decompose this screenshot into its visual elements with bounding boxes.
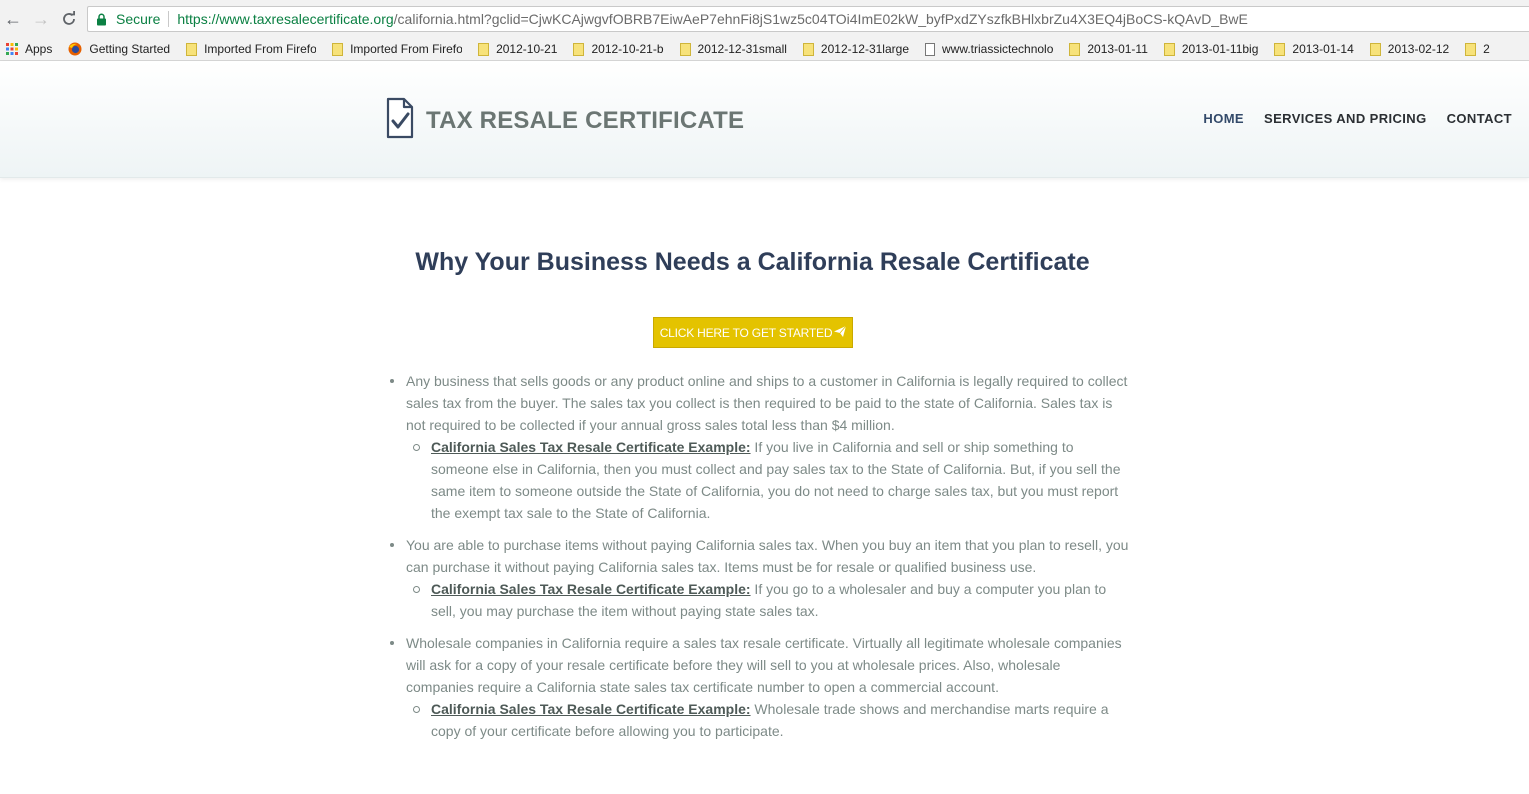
logo-text: TAX RESALE CERTIFICATE [426, 106, 745, 134]
bookmark-2013-01-11[interactable]: 2013-01-11 [1069, 42, 1148, 56]
bookmark-label: 2013-01-11big [1181, 42, 1259, 56]
bookmark-label: Apps [25, 42, 53, 56]
bookmark-label: 2012-12-31small [697, 42, 787, 56]
bookmark-triassic[interactable]: www.triassictechnolo [925, 42, 1053, 56]
nav-services-and-pricing[interactable]: SERVICES AND PRICING [1264, 111, 1427, 126]
get-started-label: CLICK HERE TO GET STARTED [659, 325, 833, 340]
bookmark-imported-firefox-1[interactable]: Imported From Firefo [186, 42, 316, 56]
folder-icon [802, 42, 814, 56]
benefits-list: Any business that sells goods or any pro… [385, 370, 1130, 752]
bookmark-label: 2012-12-31large [820, 42, 909, 56]
nav-home[interactable]: HOME [1203, 111, 1244, 126]
list-item: Wholesale companies in California requir… [385, 632, 1130, 742]
get-started-button[interactable]: CLICK HERE TO GET STARTED [653, 317, 853, 348]
example-label: California Sales Tax Resale Certificate … [431, 439, 751, 455]
example-label: California Sales Tax Resale Certificate … [431, 701, 751, 717]
bookmark-2012-10-21-b[interactable]: 2012-10-21-b [573, 42, 664, 56]
bookmark-label: 2012-10-21-b [591, 42, 664, 56]
example-label: California Sales Tax Resale Certificate … [431, 581, 751, 597]
bookmark-2013-01-14[interactable]: 2013-01-14 [1274, 42, 1354, 56]
example-item: California Sales Tax Resale Certificate … [406, 578, 1130, 622]
clipboard-check-icon [386, 97, 414, 144]
lock-icon [96, 13, 112, 26]
page-icon [925, 42, 935, 56]
bookmark-label: www.triassictechnolo [942, 42, 1054, 56]
paper-plane-icon [832, 325, 847, 340]
bookmark-2013-01-11big[interactable]: 2013-01-11big [1163, 42, 1259, 56]
folder-icon [1163, 42, 1175, 56]
bookmark-overflow[interactable]: 2 [1465, 42, 1490, 56]
example-item: California Sales Tax Resale Certificate … [406, 698, 1130, 742]
reload-icon[interactable] [59, 9, 79, 29]
bookmark-label: 2013-02-12 [1387, 42, 1450, 56]
folder-icon [478, 42, 490, 56]
back-arrow-icon[interactable]: ← [3, 9, 23, 29]
list-item: You are able to purchase items without p… [385, 534, 1130, 622]
browser-toolbar: ← → Secure https://www.taxresalecertific… [0, 0, 1529, 38]
bookmark-getting-started[interactable]: Getting Started [68, 42, 170, 56]
bookmark-2013-02-12[interactable]: 2013-02-12 [1369, 42, 1450, 56]
address-bar[interactable]: Secure https://www.taxresalecertificate.… [87, 6, 1529, 32]
site-header: TAX RESALE CERTIFICATE HOME SERVICES AND… [0, 61, 1529, 178]
folder-icon [1069, 42, 1081, 56]
example-item: California Sales Tax Resale Certificate … [406, 436, 1130, 524]
point-text: Any business that sells goods or any pro… [406, 373, 1128, 433]
url-host: https://www.taxresalecertificate.org [177, 11, 394, 27]
apps-grid-icon [6, 43, 18, 55]
secure-label: Secure [116, 11, 161, 27]
firefox-icon [68, 42, 82, 56]
point-text: You are able to purchase items without p… [406, 537, 1129, 575]
point-text: Wholesale companies in California requir… [406, 635, 1122, 695]
url-path: /california.html?gclid=CjwKCAjwgvfOBRB7E… [393, 11, 1248, 27]
page-title: Why Your Business Needs a California Res… [415, 248, 1090, 276]
bookmark-label: 2013-01-14 [1292, 42, 1354, 56]
bookmark-2012-12-31large[interactable]: 2012-12-31large [802, 42, 909, 56]
bookmark-2012-12-31small[interactable]: 2012-12-31small [679, 42, 787, 56]
folder-icon [1274, 42, 1286, 56]
bookmark-label: 2 [1483, 42, 1490, 56]
bookmark-label: Imported From Firefo [204, 42, 317, 56]
folder-icon [186, 42, 198, 56]
bookmark-label: Getting Started [89, 42, 171, 56]
folder-icon [679, 42, 691, 56]
nav-contact[interactable]: CONTACT [1447, 111, 1512, 126]
folder-icon [1369, 42, 1381, 56]
list-item: Any business that sells goods or any pro… [385, 370, 1130, 524]
address-separator [168, 11, 170, 27]
bookmark-label: 2013-01-11 [1087, 42, 1148, 56]
bookmark-imported-firefox-2[interactable]: Imported From Firefo [332, 42, 462, 56]
bookmark-apps[interactable]: Apps [6, 42, 52, 56]
site-logo[interactable]: TAX RESALE CERTIFICATE [386, 97, 744, 144]
bookmarks-bar: Apps Getting Started Imported From Firef… [0, 38, 1529, 61]
bookmark-label: 2012-10-21 [496, 42, 558, 56]
main-nav: HOME SERVICES AND PRICING CONTACT [1183, 111, 1512, 126]
folder-icon [1465, 42, 1477, 56]
bookmark-2012-10-21[interactable]: 2012-10-21 [478, 42, 557, 56]
bookmark-label: Imported From Firefo [350, 42, 463, 56]
forward-arrow-icon[interactable]: → [31, 9, 51, 29]
folder-icon [332, 42, 344, 56]
folder-icon [573, 42, 585, 56]
